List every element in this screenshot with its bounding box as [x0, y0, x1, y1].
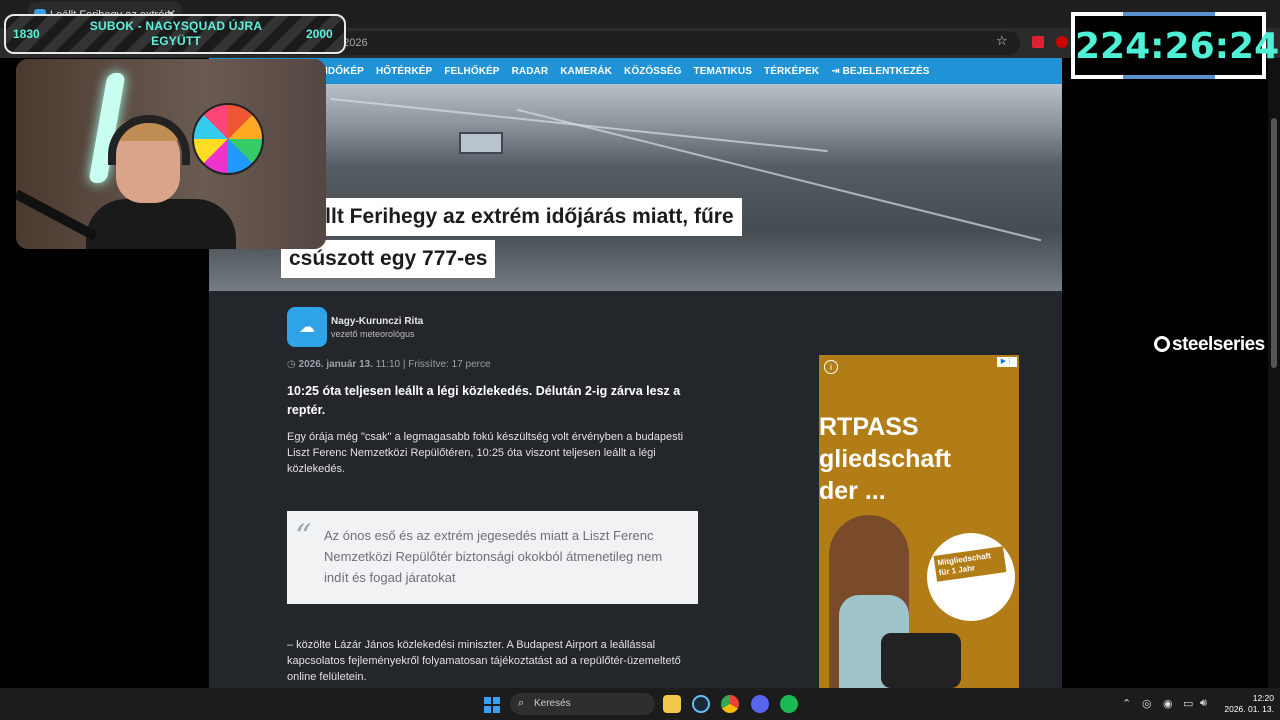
tray-discord-icon[interactable]: ◉ — [1163, 697, 1173, 710]
timer-bar-top — [1123, 12, 1215, 16]
airport-vehicle — [459, 132, 503, 154]
spotify-icon[interactable] — [780, 695, 798, 713]
quote-text: Az ónos eső és az extrém jegesedés miatt… — [324, 528, 663, 585]
timer-bar-bottom — [1123, 75, 1215, 79]
clock-date: 2026. 01. 13. — [1224, 704, 1274, 714]
author-role: vezető meteorológus — [331, 328, 415, 339]
file-explorer-icon[interactable] — [663, 695, 681, 713]
author-name: Nagy-Kurunczi Rita — [331, 315, 424, 327]
nav-item-felhokep[interactable]: FELHŐKÉP — [444, 66, 499, 77]
taskbar-clock[interactable]: 12:20 2026. 01. 13. — [1218, 693, 1274, 715]
chrome-icon[interactable] — [721, 695, 739, 713]
scrollbar[interactable] — [1268, 58, 1280, 688]
discord-icon[interactable] — [751, 695, 769, 713]
windows-taskbar: ⌕ Keresés ⌃ ◎ ◉ ▭ 🔊︎ 12:20 2026. 01. 13. — [0, 688, 1280, 720]
login-label: BEJELENTKEZÉS — [842, 65, 930, 77]
steam-icon[interactable] — [692, 695, 710, 713]
publish-time: 11:10 — [375, 359, 401, 370]
webcam-feed — [16, 59, 326, 249]
login-icon: ⇥ — [831, 65, 843, 77]
streamer-shirt — [86, 199, 236, 249]
nav-item-hoterkep[interactable]: HŐTÉRKÉP — [376, 66, 432, 77]
extension-icon[interactable] — [1032, 36, 1044, 48]
timer-value: 224:26:24 — [1075, 26, 1280, 67]
login-link[interactable]: ⇥ BEJELENTKEZÉS — [831, 66, 929, 77]
blockquote: “ Az ónos eső és az extrém jegesedés mia… — [287, 511, 698, 604]
nav-item-tematikus[interactable]: TEMATIKUS — [693, 66, 752, 77]
tray-app-icon[interactable]: ◎ — [1142, 697, 1152, 710]
ad-bag-image — [881, 633, 961, 688]
ad-headline-3: der ... — [819, 477, 886, 505]
windows-start-icon[interactable] — [484, 697, 500, 713]
volume-icon[interactable]: 🔊︎ — [1200, 697, 1207, 710]
nav-item-kozosseg[interactable]: KÖZÖSSÉG — [624, 66, 681, 77]
sub-goal-widget: 1830 SUBOK - NAGYSQUAD ÚJRA EGYÜTT 2000 — [4, 14, 346, 54]
nav-item-terkepek[interactable]: TÉRKÉPEK — [764, 66, 819, 77]
search-placeholder: Keresés — [534, 698, 571, 709]
tray-chevron-icon[interactable]: ⌃ — [1122, 697, 1131, 710]
scrollbar-thumb[interactable] — [1271, 118, 1277, 368]
article-lead: 10:25 óta teljesen leállt a légi közleke… — [287, 384, 681, 417]
sub-goal-title: SUBOK - NAGYSQUAD ÚJRA EGYÜTT — [89, 19, 263, 48]
adchoices-icon[interactable]: ▶⋮ — [997, 357, 1017, 367]
ad-info-icon[interactable]: i — [824, 360, 838, 374]
clock-time: 12:20 — [1252, 693, 1274, 703]
nav-item-kamerak[interactable]: KAMERÁK — [560, 66, 612, 77]
ad-headline-2: gliedschaft — [819, 445, 951, 473]
extension-record-icon[interactable] — [1056, 36, 1068, 48]
advertisement[interactable]: i ▶⋮ RTPASS gliedschaft der ... Mitglied… — [819, 355, 1019, 688]
prize-wheel — [192, 103, 264, 175]
quote-mark-icon: “ — [295, 517, 312, 555]
sub-goal-target: 2000 — [306, 27, 333, 41]
tray-display-icon[interactable]: ▭ — [1183, 697, 1193, 710]
ad-headline-1: RTPASS — [819, 413, 919, 441]
steelseries-logo-icon — [1154, 336, 1170, 352]
site-nav: IDŐKÉP HŐTÉRKÉP FELHŐKÉP RADAR KAMERÁK K… — [209, 58, 1062, 84]
article-meta: ◷ 2026. január 13. 11:10 | Frissítve: 17… — [287, 359, 491, 370]
search-icon: ⌕ — [518, 697, 525, 709]
clock-icon: ◷ — [287, 359, 299, 370]
nav-item-idokep[interactable]: IDŐKÉP — [325, 66, 364, 77]
author-block[interactable]: ☁ Nagy-Kurunczi Rita vezető meteorológus — [287, 307, 423, 347]
cloud-avatar-icon: ☁ — [287, 307, 327, 347]
headline-line-1: Leállt Ferihegy az extrém időjárás miatt… — [281, 198, 742, 236]
publish-date: 2026. január 13. — [298, 359, 374, 370]
article-page: IDŐKÉP HŐTÉRKÉP FELHŐKÉP RADAR KAMERÁK K… — [209, 58, 1062, 688]
sub-goal-current: 1830 — [13, 27, 40, 41]
taskbar-search[interactable]: ⌕ Keresés — [510, 693, 655, 715]
nav-item-radar[interactable]: RADAR — [512, 66, 549, 77]
updated-text: Frissítve: 17 perce — [408, 359, 491, 370]
bookmark-star-icon[interactable]: ☆ — [996, 33, 1008, 49]
article-paragraph-1: Egy órája még "csak" a legmagasabb fokú … — [287, 431, 684, 475]
article-headline: Leállt Ferihegy az extrém időjárás miatt… — [281, 198, 781, 282]
screen: Leállt Ferihegy az extrém időjár ✕ -miat… — [0, 0, 1280, 720]
article-paragraph-2: – közölte Lázár János közlekedési minisz… — [287, 639, 681, 683]
sponsor-name: steelseries — [1172, 334, 1265, 355]
subathon-timer: 224:26:24 — [1071, 12, 1280, 79]
sponsor-logo: steelseries — [1154, 334, 1265, 356]
